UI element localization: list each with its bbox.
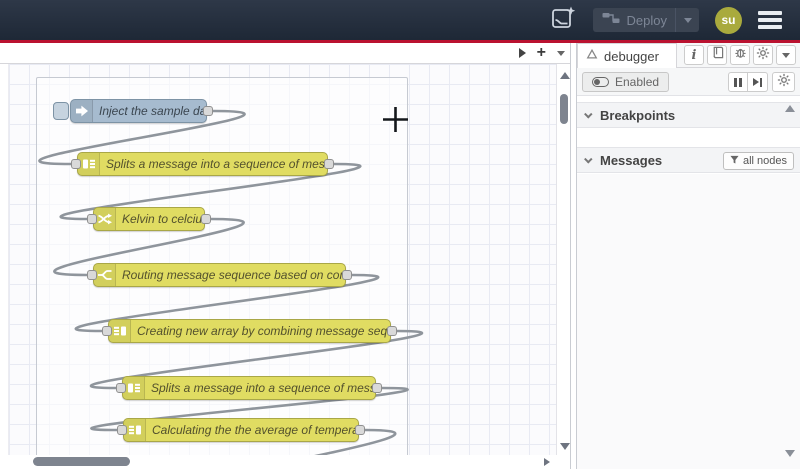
node-port[interactable] [117, 425, 127, 435]
header: Deploy su [0, 0, 800, 40]
chevron-down-icon [782, 52, 790, 58]
debug-tab-button[interactable] [730, 45, 750, 65]
help-tab-button[interactable] [707, 45, 727, 65]
node-port[interactable] [71, 159, 81, 169]
node-port[interactable] [324, 159, 334, 169]
pause-button[interactable] [728, 72, 748, 92]
filter-funnel-icon [730, 155, 739, 167]
node-port[interactable] [201, 214, 211, 224]
flow-node-join[interactable]: Creating new array by combining message … [108, 319, 391, 343]
node-red-app: Deploy su + Inject the sample data Split… [0, 0, 800, 469]
inject-trigger-button[interactable] [53, 102, 69, 120]
book-icon [711, 46, 724, 64]
node-label: Routing message sequence based on condit… [122, 268, 345, 282]
node-label: Inject the sample data [99, 104, 206, 118]
bug-icon [734, 46, 747, 64]
info-icon: i [691, 47, 697, 63]
split-icon [78, 153, 100, 175]
info-tab-button[interactable]: i [684, 45, 704, 65]
flow-node-join[interactable]: Calculating the the average of temperatu… [123, 418, 359, 442]
add-flow-button[interactable]: + [537, 45, 546, 61]
horizontal-scrollbar-thumb[interactable] [33, 457, 130, 466]
sidebar-scroll-up-icon[interactable] [785, 105, 795, 112]
chevron-down-icon [584, 110, 593, 119]
join-icon [109, 320, 131, 342]
hamburger-menu-button[interactable] [758, 11, 782, 29]
deploy-nodes-icon [602, 11, 620, 29]
deploy-button[interactable]: Deploy [592, 8, 699, 32]
filter-label: all nodes [742, 155, 787, 167]
gear-icon [777, 73, 791, 92]
node-label: Splits a message into a sequence of mess… [106, 157, 327, 171]
switch-icon [94, 264, 116, 286]
messages-section-header[interactable]: Messages all nodes [577, 147, 800, 173]
node-port[interactable] [116, 383, 126, 393]
flow-list-icon[interactable] [557, 50, 565, 56]
tab-debugger[interactable]: debugger [577, 43, 677, 68]
vertical-scrollbar-thumb[interactable] [560, 94, 568, 124]
gear-icon [756, 46, 770, 65]
flow-node-split[interactable]: Splits a message into a sequence of mess… [122, 376, 376, 400]
scroll-tabs-right-icon[interactable] [518, 48, 526, 58]
change-icon [94, 208, 116, 230]
sidebar-tabbar: debugger i [577, 43, 800, 68]
flow-node-inject[interactable]: Inject the sample data [70, 99, 207, 123]
join-icon [124, 419, 146, 441]
debugger-settings-button[interactable] [772, 72, 795, 92]
toggle-on-icon [592, 77, 609, 87]
flow-node-split[interactable]: Splits a message into a sequence of mess… [77, 152, 328, 176]
messages-filter-button[interactable]: all nodes [722, 152, 794, 170]
chevron-down-icon [683, 17, 692, 23]
messages-section-body [577, 174, 800, 469]
chevron-down-icon [584, 155, 593, 164]
sidebar-resizer[interactable] [570, 43, 577, 469]
deploy-label: Deploy [626, 12, 667, 28]
flow-node-switch[interactable]: Routing message sequence based on condit… [93, 263, 346, 287]
node-port[interactable] [102, 326, 112, 336]
node-port[interactable] [355, 425, 365, 435]
assistant-button[interactable] [549, 6, 577, 34]
breakpoints-section-body [577, 129, 800, 147]
debugger-enabled-toggle[interactable]: Enabled [582, 72, 670, 92]
scroll-up-icon[interactable] [560, 72, 570, 79]
inject-arrow-icon [71, 100, 93, 122]
sidebar: debugger i Enabled Breakpoints Messages … [577, 43, 800, 469]
breakpoints-section-header[interactable]: Breakpoints [577, 102, 800, 128]
settings-tab-button[interactable] [753, 45, 773, 65]
vertical-scrollbar[interactable] [556, 64, 570, 455]
node-port[interactable] [203, 106, 213, 116]
deploy-options-button[interactable] [675, 8, 699, 32]
step-forward-icon [753, 77, 762, 87]
node-port[interactable] [87, 214, 97, 224]
node-port[interactable] [372, 383, 382, 393]
node-port[interactable] [87, 270, 97, 280]
workspace: + Inject the sample data Splits a message… [0, 43, 570, 469]
node-port[interactable] [387, 326, 397, 336]
enabled-label: Enabled [615, 75, 660, 89]
sidebar-options-button[interactable] [776, 45, 796, 65]
horizontal-scrollbar[interactable] [0, 455, 570, 469]
node-label: Calculating the the average of temperatu… [152, 423, 358, 437]
scroll-right-icon[interactable] [544, 458, 550, 466]
step-button[interactable] [748, 72, 768, 92]
debugger-toolbar: Enabled [577, 68, 800, 96]
user-avatar[interactable]: su [715, 6, 742, 34]
flow-canvas[interactable]: Inject the sample data Splits a message i… [0, 64, 570, 455]
messages-title: Messages [600, 152, 663, 168]
hamburger-menu-icon [758, 11, 782, 15]
sidebar-tab-label: debugger [604, 48, 659, 64]
node-label: Creating new array by combining message … [137, 324, 390, 338]
flow-sparkle-icon [550, 5, 576, 36]
pause-icon [734, 77, 742, 87]
debugger-tab-icon [586, 47, 598, 65]
breakpoints-title: Breakpoints [600, 107, 676, 123]
node-port[interactable] [342, 270, 352, 280]
scroll-down-icon[interactable] [560, 443, 570, 450]
flow-tabbar: + [0, 43, 570, 64]
split-icon [123, 377, 145, 399]
sidebar-scroll-down-icon[interactable] [785, 450, 795, 457]
flow-node-change[interactable]: Kelvin to celcius [93, 207, 205, 231]
node-label: Splits a message into a sequence of mess… [151, 381, 375, 395]
node-label: Kelvin to celcius [122, 212, 204, 226]
